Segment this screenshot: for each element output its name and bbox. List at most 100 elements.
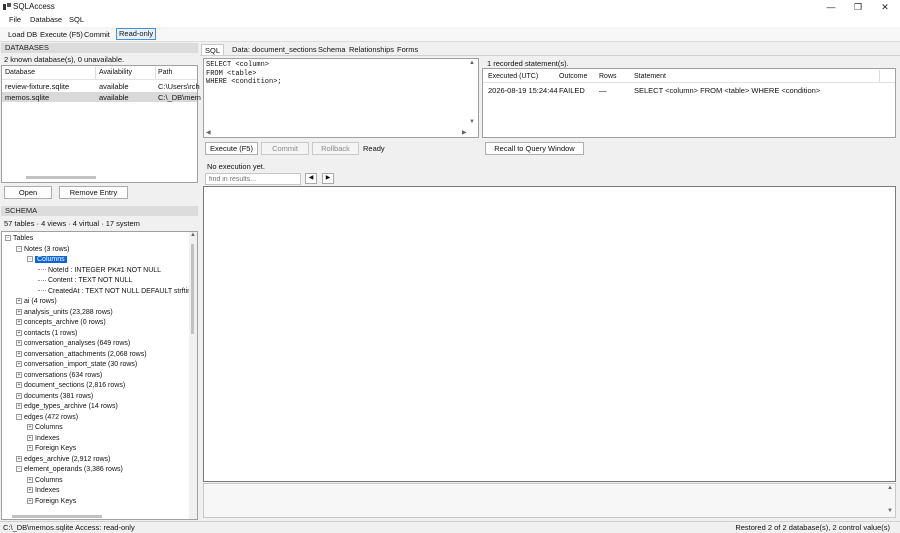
- expand-icon[interactable]: +: [16, 371, 22, 378]
- menu-sql[interactable]: SQL: [66, 15, 87, 24]
- collapse-icon[interactable]: -: [16, 245, 22, 252]
- tab-schema[interactable]: Schema: [315, 44, 349, 55]
- tree-node[interactable]: - Tables: [5, 234, 190, 245]
- recall-button[interactable]: Recall to Query Window: [485, 142, 584, 155]
- execute-f5-button[interactable]: Execute (F5): [205, 142, 258, 155]
- previous-result-icon[interactable]: ◀: [305, 173, 317, 184]
- tree-node[interactable]: + edges_archive (2,912 rows): [5, 455, 190, 466]
- expand-icon[interactable]: +: [16, 382, 22, 389]
- expand-icon[interactable]: +: [27, 434, 33, 441]
- tree-node[interactable]: + analysis_units (23,288 rows): [5, 308, 190, 319]
- scroll-left-icon[interactable]: ◀: [206, 129, 211, 136]
- history-summary: 1 recorded statement(s).: [487, 59, 569, 68]
- expand-icon[interactable]: +: [27, 497, 33, 504]
- expand-icon[interactable]: +: [27, 487, 33, 494]
- tree-node[interactable]: Content : TEXT NOT NULL: [5, 276, 190, 287]
- collapse-icon[interactable]: -: [27, 256, 33, 263]
- collapse-icon[interactable]: -: [16, 413, 22, 420]
- col-database[interactable]: Database: [5, 69, 35, 76]
- expand-icon[interactable]: +: [16, 403, 22, 410]
- col-outcome[interactable]: Outcome: [559, 73, 587, 80]
- tree-connector: [38, 279, 46, 281]
- tree-node[interactable]: - Columns: [5, 255, 190, 266]
- tree-node[interactable]: + conversation_analyses (649 rows): [5, 339, 190, 350]
- expand-icon[interactable]: +: [16, 319, 22, 326]
- col-statement[interactable]: Statement: [634, 73, 666, 80]
- load-db-button[interactable]: Load DB: [6, 29, 39, 40]
- sql-editor[interactable]: SELECT <column> FROM <table> WHERE <cond…: [203, 58, 479, 138]
- tab-relationships[interactable]: Relationships: [346, 44, 397, 55]
- expand-icon[interactable]: +: [16, 361, 22, 368]
- read-only-toggle[interactable]: Read-only: [116, 28, 157, 40]
- expand-icon[interactable]: +: [16, 392, 22, 399]
- expand-icon[interactable]: +: [16, 329, 22, 336]
- scroll-down-icon[interactable]: ▼: [469, 119, 475, 125]
- minimize-icon[interactable]: —: [818, 0, 844, 14]
- expand-icon[interactable]: +: [16, 308, 22, 315]
- rollback-button[interactable]: Rollback: [312, 142, 359, 155]
- expand-icon[interactable]: +: [16, 298, 22, 305]
- tree-node[interactable]: + conversations (634 rows): [5, 371, 190, 382]
- table-row[interactable]: review-fixture.sqlite available C:\Users…: [2, 81, 200, 91]
- remove-entry-button[interactable]: Remove Entry: [59, 186, 128, 199]
- tree-node-label: ai (4 rows): [24, 298, 57, 305]
- scroll-right-icon[interactable]: ▶: [462, 129, 467, 136]
- tree-node[interactable]: + contacts (1 rows): [5, 329, 190, 340]
- tab-sql[interactable]: SQL: [201, 44, 225, 55]
- close-icon[interactable]: ✕: [872, 0, 898, 14]
- tree-node[interactable]: + conversation_attachments (2,068 rows): [5, 350, 190, 361]
- table-row-selected[interactable]: memos.sqlite available C:\_DB\mem: [2, 92, 201, 102]
- vertical-scrollbar[interactable]: ▲: [189, 232, 197, 519]
- tree-node[interactable]: + Indexes: [5, 486, 190, 497]
- schema-summary: 57 tables · 4 views · 4 virtual · 17 sys…: [4, 219, 140, 228]
- tab-data[interactable]: Data: document_sections: [229, 44, 320, 55]
- tree-node[interactable]: + Foreign Keys: [5, 497, 190, 508]
- find-in-results-input[interactable]: [205, 173, 301, 185]
- scroll-up-icon[interactable]: ▲: [887, 485, 893, 491]
- tree-node[interactable]: CreatedAt : TEXT NOT NULL DEFAULT strfti…: [5, 287, 193, 298]
- expand-icon[interactable]: +: [27, 424, 33, 431]
- expand-icon[interactable]: +: [16, 350, 22, 357]
- tree-node[interactable]: + document_sections (2,816 rows): [5, 381, 190, 392]
- expand-icon[interactable]: +: [16, 340, 22, 347]
- open-button[interactable]: Open: [4, 186, 52, 199]
- execute-button[interactable]: Execute (F5): [38, 29, 85, 40]
- tree-node-label: Columns: [35, 256, 67, 263]
- expand-icon[interactable]: +: [27, 445, 33, 452]
- menu-database[interactable]: Database: [27, 15, 65, 24]
- menu-file[interactable]: File: [6, 15, 24, 24]
- tree-node[interactable]: + ai (4 rows): [5, 297, 190, 308]
- horizontal-scrollbar[interactable]: [26, 176, 96, 179]
- collapse-icon[interactable]: -: [16, 466, 22, 473]
- scroll-up-icon[interactable]: ▲: [469, 60, 475, 66]
- horizontal-scrollbar[interactable]: [12, 515, 102, 518]
- results-grid[interactable]: [203, 186, 896, 482]
- tree-node[interactable]: + edge_types_archive (14 rows): [5, 402, 190, 413]
- tree-node[interactable]: + Indexes: [5, 434, 190, 445]
- tree-node[interactable]: - Notes (3 rows): [5, 245, 190, 256]
- commit-button-disabled[interactable]: Commit: [261, 142, 309, 155]
- col-path[interactable]: Path: [158, 69, 172, 76]
- tree-node[interactable]: + conversation_import_state (30 rows): [5, 360, 190, 371]
- col-executed[interactable]: Executed (UTC): [488, 73, 538, 80]
- scroll-down-icon[interactable]: ▼: [887, 508, 893, 514]
- next-result-icon[interactable]: ▶: [322, 173, 334, 184]
- restore-icon[interactable]: ❐: [845, 0, 871, 14]
- message-panel: ▲ ▼: [203, 483, 896, 518]
- collapse-icon[interactable]: -: [5, 235, 11, 242]
- tree-node[interactable]: + Columns: [5, 423, 190, 434]
- tree-node[interactable]: + concepts_archive (0 rows): [5, 318, 190, 329]
- col-availability[interactable]: Availability: [99, 69, 132, 76]
- expand-icon[interactable]: +: [27, 476, 33, 483]
- tree-node[interactable]: + documents (381 rows): [5, 392, 190, 403]
- tree-node[interactable]: - element_operands (3,386 rows): [5, 465, 190, 476]
- tree-node[interactable]: - edges (472 rows): [5, 413, 190, 424]
- tab-forms[interactable]: Forms: [394, 44, 421, 55]
- commit-button[interactable]: Commit: [82, 29, 112, 40]
- expand-icon[interactable]: +: [16, 455, 22, 462]
- table-row[interactable]: 2026-08-19 15:24:44 FAILED — SELECT <col…: [483, 85, 878, 95]
- tree-node[interactable]: + Foreign Keys: [5, 444, 190, 455]
- tree-node[interactable]: + Columns: [5, 476, 190, 487]
- col-rows[interactable]: Rows: [599, 73, 617, 80]
- tree-node[interactable]: NoteId : INTEGER PK#1 NOT NULL: [5, 266, 190, 277]
